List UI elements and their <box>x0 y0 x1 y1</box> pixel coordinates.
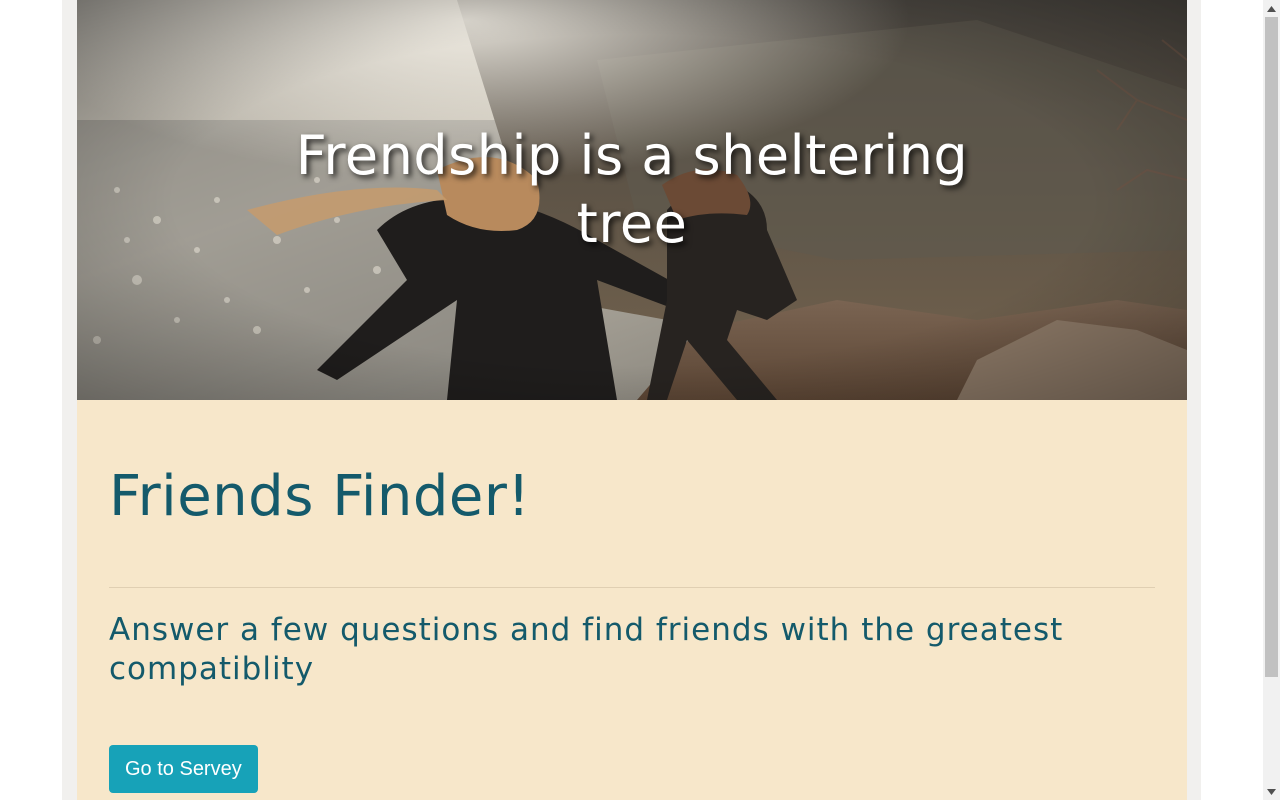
page-title: Friends Finder! <box>109 464 531 529</box>
divider <box>109 587 1155 588</box>
hero-banner: Frendship is a sheltering tree <box>77 0 1187 400</box>
go-to-survey-button[interactable]: Go to Servey <box>109 745 258 793</box>
scrollbar-thumb[interactable] <box>1265 17 1278 677</box>
main-content: Friends Finder! Answer a few questions a… <box>77 400 1187 800</box>
scroll-up-icon[interactable] <box>1263 0 1280 17</box>
page: Frendship is a sheltering tree Friends F… <box>0 0 1263 800</box>
hero-title: Frendship is a sheltering tree <box>295 124 969 255</box>
vertical-scrollbar[interactable] <box>1263 0 1280 800</box>
page-subtitle: Answer a few questions and find friends … <box>109 612 1064 687</box>
scroll-down-icon[interactable] <box>1263 783 1280 800</box>
